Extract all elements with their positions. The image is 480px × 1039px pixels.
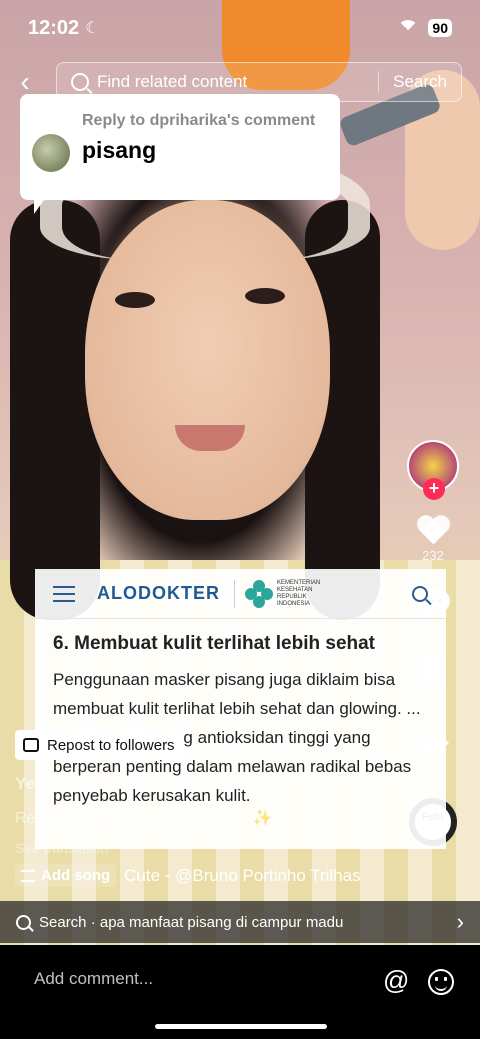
playlist-add-icon [21,869,35,882]
search-icon [71,73,89,91]
video-eye-left [115,292,155,308]
chevron-right-icon: › [456,909,464,934]
partner-logo: Kementerian Kesehatan Republik Indonesia [234,579,337,608]
search-button[interactable]: Search [379,72,461,92]
heart-icon [416,516,450,546]
song-title[interactable]: Cute - @Bruno Portinho Trilhas [124,866,360,886]
reply-label: Reply to dpriharika's comment [82,112,316,129]
article-overlay: ALODOKTER Kementerian Kesehatan Republik… [35,569,446,849]
status-icons: 90 [398,19,452,40]
see-translation-link[interactable]: See translation [15,840,108,856]
like-button[interactable]: 232 [416,516,450,563]
mention-icon[interactable]: @ [383,965,409,996]
related-search-text: Search · apa manfaat pisang di campur ma… [39,913,344,931]
reply-comment-card[interactable]: Reply to dpriharika's comment pisang [20,94,340,214]
article-header: ALODOKTER Kementerian Kesehatan Republik… [35,569,446,619]
author-name: Yenmeiyenmei [15,774,134,793]
video-hair-left [10,200,100,620]
emoji-icon[interactable] [428,969,454,995]
music-row: Add song Cute - @Bruno Portinho Trilhas [15,864,361,887]
battery-icon: 90 [428,19,452,37]
like-count: 232 [422,548,444,563]
comment-bar: Add comment... @ [0,945,480,1039]
moon-icon: ☾ [85,20,100,37]
related-search-bar[interactable]: Search · apa manfaat pisang di campur ma… [0,901,480,943]
comment-input[interactable]: Add comment... [34,969,153,989]
article-title: 6. Membuat kulit terlihat lebih sehat [53,633,376,654]
wifi-icon [398,20,419,40]
author-line[interactable]: Yenmeiyenmei · 5-30 [15,774,184,794]
reply-comment-text: pisang [82,137,157,163]
search-icon [16,914,31,930]
creator-avatar[interactable]: + [407,440,459,500]
repost-button[interactable]: Repost to followers [15,730,183,760]
menu-icon [53,585,75,602]
follow-plus-icon[interactable]: + [423,478,445,500]
avatar [32,134,70,172]
add-song-label: Add song [41,867,111,884]
article-brand: ALODOKTER [97,583,220,603]
post-date: · 5-30 [139,774,184,793]
kemenkes-logo-icon [245,579,273,608]
repost-icon [23,738,39,752]
search-placeholder: Find related content [97,72,248,91]
video-eye-right [245,288,285,304]
status-bar: 12:02 ☾ 90 [0,0,480,56]
post-caption[interactable]: Replying to @dpriharika Glowing ✨ p... m… [15,808,340,828]
search-icon [412,585,428,602]
video-face [85,200,330,520]
status-time: 12:02 [28,16,80,39]
partner-name: Kementerian Kesehatan Republik Indonesia [277,579,321,607]
add-song-button[interactable]: Add song [15,864,117,887]
home-indicator [155,1024,327,1029]
repost-label: Repost to followers [47,736,175,754]
reply-text-block: Reply to dpriharika's comment pisang [82,110,315,200]
